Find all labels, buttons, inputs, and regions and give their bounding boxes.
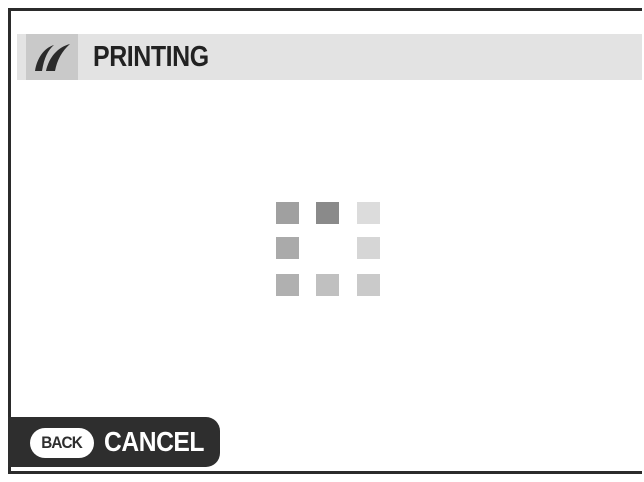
- loading-spinner-icon: [276, 202, 382, 298]
- page-title: PRINTING: [93, 41, 209, 73]
- spinner-square-top-left: [276, 202, 299, 224]
- print-swoosh-icon: [26, 34, 78, 80]
- spinner-square-bottom-middle: [316, 274, 339, 296]
- cancel-button[interactable]: BACK CANCEL: [8, 417, 220, 467]
- spinner-square-bottom-right: [357, 274, 380, 296]
- spinner-square-middle-right: [357, 237, 380, 259]
- spinner-square-top-middle: [316, 202, 339, 224]
- spinner-square-middle-left: [276, 237, 299, 259]
- back-key-label: BACK: [41, 433, 84, 452]
- cancel-label: CANCEL: [104, 426, 205, 457]
- spinner-square-top-right: [357, 202, 380, 224]
- back-key-badge: BACK: [30, 428, 94, 458]
- title-bar: PRINTING: [17, 34, 642, 80]
- spinner-square-bottom-left: [276, 274, 299, 296]
